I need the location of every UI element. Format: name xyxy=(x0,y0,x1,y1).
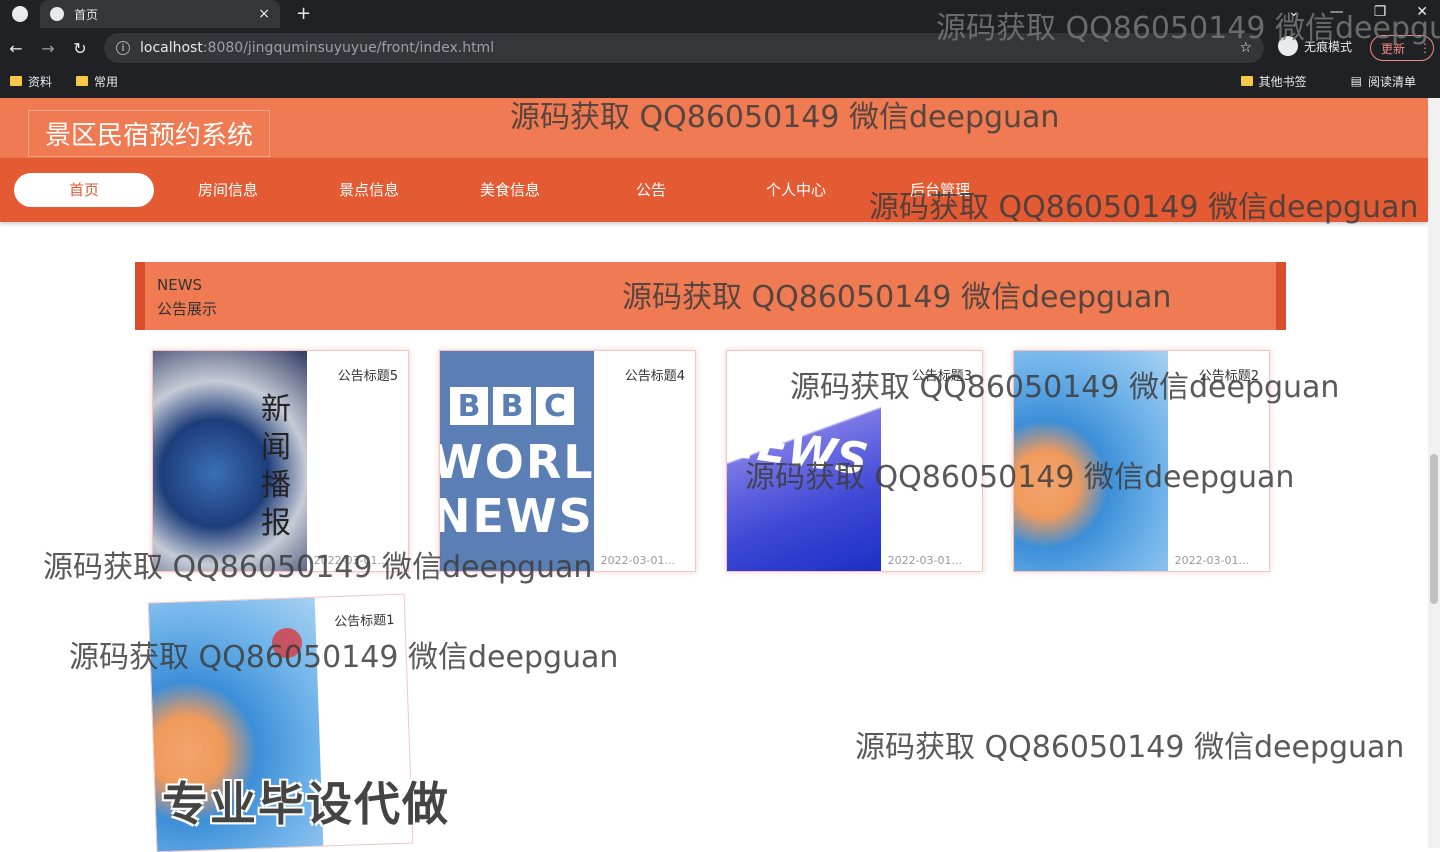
card-title: 公告标题5 xyxy=(337,369,398,384)
thumbnail-world-text: WORLD xyxy=(439,435,635,489)
card-date: 2022-03-01... xyxy=(600,554,675,567)
nav-attractions[interactable]: 景点信息 xyxy=(299,173,439,207)
nav-food[interactable]: 美食信息 xyxy=(440,173,580,207)
card-date: 2022-03-01... xyxy=(313,554,388,567)
watermark: 源码获取 QQ86050149 微信deepguan xyxy=(855,730,1405,765)
bookmarks-bar: 资料 常用 其他书签 ▤ 阅读清单 xyxy=(0,68,1440,94)
back-icon[interactable]: ← xyxy=(0,39,32,58)
card-thumbnail: 新闻播报 xyxy=(153,351,307,571)
site-page: 景区民宿预约系统 首页 房间信息 景点信息 美食信息 公告 个人中心 后台管理 … xyxy=(0,98,1428,852)
card-thumbnail: NEWS xyxy=(726,351,881,571)
nav-announcements[interactable]: 公告 xyxy=(581,173,721,207)
page-scrollbar[interactable] xyxy=(1428,98,1440,848)
other-bookmarks[interactable]: 其他书签 xyxy=(1240,73,1307,90)
news-card[interactable]: 公告标题2 2022-03-01... xyxy=(1013,350,1270,572)
card-title: 公告标题1 xyxy=(333,612,395,631)
reading-list-icon: ▤ xyxy=(1350,74,1362,88)
browser-menu-icon[interactable] xyxy=(12,6,28,22)
thumbnail-news-text: NEWS xyxy=(726,415,871,486)
card-date: 2022-03-01... xyxy=(887,554,962,567)
site-info-icon[interactable]: i xyxy=(116,41,130,55)
card-title: 公告标题4 xyxy=(624,369,685,384)
url-path: :8080/jingquminsuyuyue/front/index.html xyxy=(202,40,495,56)
folder-icon xyxy=(10,76,22,86)
card-title: 公告标题2 xyxy=(1198,369,1259,384)
reload-icon[interactable]: ↻ xyxy=(64,39,96,58)
close-tab-icon[interactable]: × xyxy=(258,6,270,22)
card-thumbnail xyxy=(1014,351,1168,571)
bookmark-label: 资料 xyxy=(28,74,53,89)
news-card[interactable]: NEWS 公告标题3 2022-03-01... xyxy=(726,350,983,572)
bookmark-folder-ziliao[interactable]: 资料 xyxy=(10,73,52,90)
site-header: 景区民宿预约系统 xyxy=(0,98,1428,158)
news-heading-cn: 公告展示 xyxy=(157,300,218,318)
card-thumbnail: BBC WORLD NEWS xyxy=(439,351,635,571)
bookmarks-right: 其他书签 ▤ 阅读清单 xyxy=(1231,73,1430,90)
mouse-cursor-highlight xyxy=(272,628,302,658)
folder-icon xyxy=(1240,76,1253,86)
news-card[interactable]: 新闻播报 公告标题5 2022-03-01... xyxy=(152,350,409,572)
nav-profile[interactable]: 个人中心 xyxy=(726,173,866,207)
bbc-logo: BBC WORLD NEWS xyxy=(439,387,635,543)
scrollbar-thumb[interactable] xyxy=(1430,454,1438,604)
news-card[interactable]: BBC WORLD NEWS 公告标题4 2022-03-01... xyxy=(439,350,696,572)
bookmark-label: 其他书签 xyxy=(1258,74,1307,89)
bookmark-label: 常用 xyxy=(94,74,119,89)
tab-title: 首页 xyxy=(74,7,99,22)
thumbnail-text: 新闻播报 xyxy=(261,392,291,541)
new-tab-button[interactable]: + xyxy=(296,3,311,24)
card-title: 公告标题3 xyxy=(911,369,972,384)
thumbnail-news-text: NEWS xyxy=(439,489,594,543)
forward-icon[interactable]: → xyxy=(32,39,64,58)
site-title: 景区民宿预约系统 xyxy=(28,110,271,157)
nav-admin[interactable]: 后台管理 xyxy=(870,173,1010,207)
watermark-top: 源码获取 QQ86050149 微信deepgu xyxy=(936,11,1440,46)
card-date: 2022-03-01... xyxy=(1174,554,1249,567)
news-banner: NEWS 公告展示 xyxy=(135,262,1286,330)
reading-list[interactable]: ▤ 阅读清单 xyxy=(1351,73,1416,90)
url-host: localhost xyxy=(140,40,203,56)
news-heading-en: NEWS xyxy=(157,276,203,294)
bookmark-label: 阅读清单 xyxy=(1367,74,1416,89)
overlay-promo-text: 专业毕设代做 xyxy=(162,777,450,831)
main-nav: 首页 房间信息 景点信息 美食信息 公告 个人中心 后台管理 xyxy=(0,158,1428,222)
browser-tab[interactable]: 首页 × xyxy=(40,0,280,28)
bookmark-folder-changyong[interactable]: 常用 xyxy=(76,73,118,90)
folder-icon xyxy=(76,76,89,86)
nav-home[interactable]: 首页 xyxy=(14,173,154,207)
globe-icon xyxy=(50,7,64,21)
nav-rooms[interactable]: 房间信息 xyxy=(158,173,298,207)
